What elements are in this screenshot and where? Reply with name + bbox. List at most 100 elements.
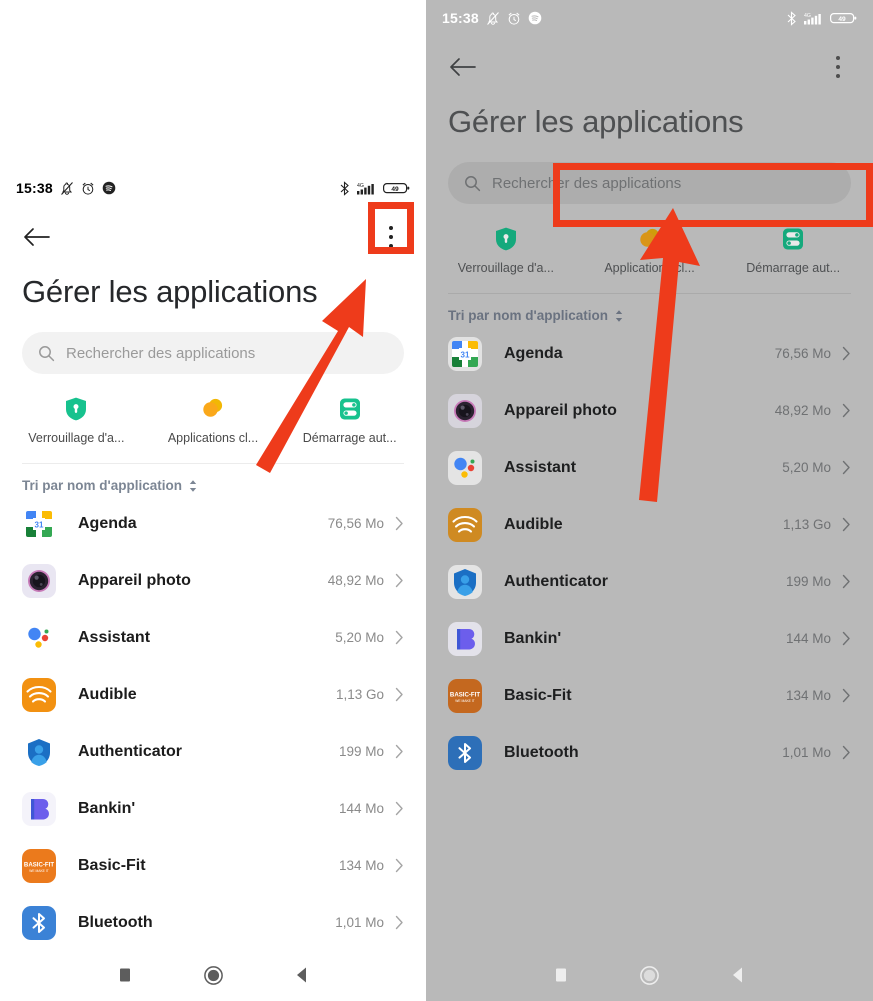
basic-fit-icon: BASIC-FIT WE MAKE IT [448, 678, 482, 713]
shortcut-dual-apps[interactable]: Applications cl... [578, 226, 722, 275]
bankin-icon [22, 791, 56, 826]
app-list-item[interactable]: Appareil photo 48,92 Mo [448, 382, 851, 439]
app-list-item[interactable]: Audible 1,13 Go [22, 666, 404, 723]
svg-text:4G: 4G [804, 13, 811, 19]
shortcut-app-lock[interactable]: Verrouillage d'a... [8, 396, 145, 445]
app-list-item[interactable]: Assistant 5,20 Mo [22, 609, 404, 666]
app-list-item[interactable]: 31 Agenda 76,56 Mo [448, 325, 851, 382]
app-list-item[interactable]: Bluetooth 1,01 Mo [448, 724, 851, 781]
app-list-item[interactable]: BASIC-FIT WE MAKE IT Basic-Fit 134 Mo [22, 837, 404, 894]
app-name: Audible [504, 515, 563, 533]
sort-chevrons-icon [615, 309, 623, 322]
app-list-item[interactable]: Bankin' 144 Mo [22, 780, 404, 837]
app-size: 144 Mo [785, 631, 831, 646]
chevron-right-icon [395, 573, 403, 588]
back-arrow-icon[interactable] [22, 225, 52, 249]
right-screen-content: 15:38 4G 49 Gérer les applications Reche… [426, 0, 873, 1001]
app-list-item[interactable]: Appareil photo 48,92 Mo [22, 552, 404, 609]
sort-chevrons-icon [189, 479, 197, 492]
google-calendar-icon: 31 [448, 336, 482, 371]
bluetooth-icon [787, 10, 796, 26]
status-time: 15:38 [442, 10, 479, 26]
action-bar [426, 36, 873, 98]
back-triangle-icon[interactable] [294, 966, 310, 984]
shortcut-label: Applications cl... [604, 261, 695, 275]
app-list-item[interactable]: Assistant 5,20 Mo [448, 439, 851, 496]
app-list-item[interactable]: Bluetooth 1,01 Mo [22, 894, 404, 951]
svg-text:BASIC-FIT: BASIC-FIT [24, 861, 54, 868]
shortcut-app-lock[interactable]: Verrouillage d'a... [434, 226, 578, 275]
shortcut-autostart[interactable]: Démarrage aut... [721, 226, 865, 275]
kebab-dot [836, 74, 840, 78]
signal-4g-icon: 4G [804, 13, 821, 24]
google-calendar-icon: 31 [22, 506, 56, 541]
app-size: 1,01 Mo [782, 745, 831, 760]
sort-label: Tri par nom d'application [22, 478, 182, 493]
shortcuts-row: Verrouillage d'a... Applications cl... D… [0, 396, 426, 445]
app-list-item[interactable]: Authenticator 199 Mo [22, 723, 404, 780]
signal-4g-icon: 4G [357, 183, 374, 194]
app-name: Bluetooth [78, 913, 153, 931]
search-icon [465, 175, 481, 191]
recents-square-icon[interactable] [117, 967, 133, 983]
camera-icon [448, 393, 482, 428]
app-name: Bankin' [504, 629, 562, 647]
app-list-item[interactable]: Bankin' 144 Mo [448, 610, 851, 667]
autostart-toggles-icon [783, 228, 804, 250]
search-input[interactable]: Rechercher des applications [22, 332, 404, 374]
shortcut-autostart[interactable]: Démarrage aut... [281, 396, 418, 445]
app-name: Appareil photo [504, 401, 617, 419]
app-list-item[interactable]: Audible 1,13 Go [448, 496, 851, 553]
status-bar-left: 15:38 [442, 10, 542, 26]
kebab-menu-icon[interactable] [378, 219, 404, 255]
search-placeholder: Rechercher des applications [66, 344, 256, 362]
spotify-icon [528, 11, 542, 25]
app-size: 48,92 Mo [774, 403, 831, 418]
kebab-menu-icon[interactable] [825, 49, 851, 85]
app-size: 76,56 Mo [774, 346, 831, 361]
search-input[interactable]: Rechercher des applications [448, 162, 851, 204]
navigation-bar [426, 949, 873, 1001]
spotify-icon [102, 181, 116, 195]
audible-icon [22, 677, 56, 712]
chevron-right-icon [842, 517, 850, 532]
shortcut-dual-apps[interactable]: Applications cl... [145, 396, 282, 445]
app-name: Assistant [78, 628, 151, 646]
sort-selector[interactable]: Tri par nom d'application [426, 294, 873, 325]
app-name: Basic-Fit [504, 686, 572, 704]
app-size: 48,92 Mo [327, 573, 384, 588]
kebab-dot [389, 244, 393, 248]
status-bar-left: 15:38 [16, 180, 116, 196]
shortcut-label: Démarrage aut... [302, 431, 397, 445]
kebab-dot [389, 235, 393, 239]
status-time: 15:38 [16, 180, 53, 196]
app-list: 31 Agenda 76,56 Mo Appareil photo 48,92 Mo… [426, 325, 873, 781]
back-triangle-icon[interactable] [730, 966, 746, 984]
app-size: 134 Mo [338, 858, 384, 873]
bluetooth-app-icon [22, 905, 56, 940]
home-circle-icon[interactable] [203, 965, 224, 986]
svg-text:WE MAKE IT: WE MAKE IT [29, 869, 48, 873]
status-bar: 15:38 4G 49 [0, 170, 426, 206]
app-list-item[interactable]: BASIC-FIT WE MAKE IT Basic-Fit 134 Mo [448, 667, 851, 724]
camera-icon [22, 563, 56, 598]
shortcut-label: Verrouillage d'a... [28, 431, 125, 445]
shortcut-label: Applications cl... [167, 431, 259, 445]
app-name: Authenticator [78, 742, 182, 760]
sort-selector[interactable]: Tri par nom d'application [0, 464, 426, 495]
app-name: Agenda [78, 514, 137, 532]
app-list-item[interactable]: 31 Agenda 76,56 Mo [22, 495, 404, 552]
svg-text:31: 31 [461, 350, 470, 359]
shortcut-label: Verrouillage d'a... [457, 261, 554, 275]
svg-text:31: 31 [35, 520, 44, 529]
recents-square-icon[interactable] [553, 967, 569, 983]
app-size: 1,13 Go [782, 517, 831, 532]
app-name: Bluetooth [504, 743, 579, 761]
app-size: 5,20 Mo [335, 630, 384, 645]
app-name: Assistant [504, 458, 577, 476]
home-circle-icon[interactable] [639, 965, 660, 986]
back-arrow-icon[interactable] [448, 55, 478, 79]
screenshot-root: 15:38 4G 49 Gérer les applications Reche… [0, 0, 873, 1001]
chevron-right-icon [395, 630, 403, 645]
app-list-item[interactable]: Authenticator 199 Mo [448, 553, 851, 610]
